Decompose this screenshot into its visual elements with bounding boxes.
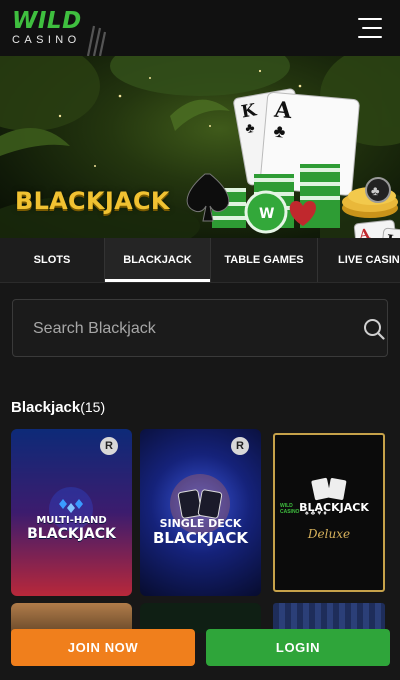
join-now-button[interactable]: JOIN NOW: [11, 629, 195, 666]
top-header: WILD CASINO: [0, 0, 400, 56]
game-card-single-deck-blackjack[interactable]: R SINGLE DECK BLACKJACK: [140, 429, 261, 596]
search-icon[interactable]: [363, 318, 385, 340]
chip-glow-icon: [49, 487, 93, 531]
svg-text:W: W: [259, 206, 274, 222]
tab-table-games[interactable]: TABLE GAMES: [211, 238, 318, 282]
game-title-line1: MULTI-HAND: [36, 515, 107, 526]
tab-live-casino[interactable]: LIVE CASINO: [318, 238, 400, 282]
search-input[interactable]: [31, 300, 335, 358]
game-title: BLACKJACK: [299, 501, 369, 514]
tab-blackjack[interactable]: BLACKJACK: [105, 238, 211, 282]
game-subtitle: Deluxe: [307, 527, 351, 541]
search-box: [12, 299, 388, 358]
login-button[interactable]: LOGIN: [206, 629, 390, 666]
category-tabs: SLOTS BLACKJACK TABLE GAMES LIVE CASINO: [0, 238, 400, 283]
svg-text:♣: ♣: [371, 183, 380, 198]
game-title-line2: BLACKJACK: [27, 526, 116, 542]
game-card-multi-hand-blackjack[interactable]: R MULTI-HAND BLACKJACK: [11, 429, 132, 596]
game-title-line2: BLACKJACK: [152, 529, 249, 547]
section-count: (15): [80, 399, 106, 415]
hero-title: BLACKJACK: [15, 187, 170, 215]
hero-banner: K ♣ A ♣ W A ♣ BLACKJACK: [0, 56, 400, 238]
hamburger-menu-icon[interactable]: [358, 18, 382, 38]
wild-casino-logo[interactable]: WILD CASINO: [12, 8, 82, 47]
section-title-text: Blackjack: [11, 399, 81, 416]
logo-casino-text: CASINO: [12, 34, 81, 46]
section-title: Blackjack(15): [11, 399, 105, 416]
game-card-blackjack-deluxe[interactable]: ♠ ♣ ♥ ♦ WILD CASINO BLACKJACK Deluxe: [273, 433, 385, 592]
claw-marks-icon: [86, 25, 106, 56]
logo-wild-text: WILD: [12, 8, 82, 34]
cards-icon: [170, 474, 230, 534]
svg-text:♣: ♣: [273, 121, 287, 142]
tab-slots[interactable]: SLOTS: [0, 238, 105, 282]
